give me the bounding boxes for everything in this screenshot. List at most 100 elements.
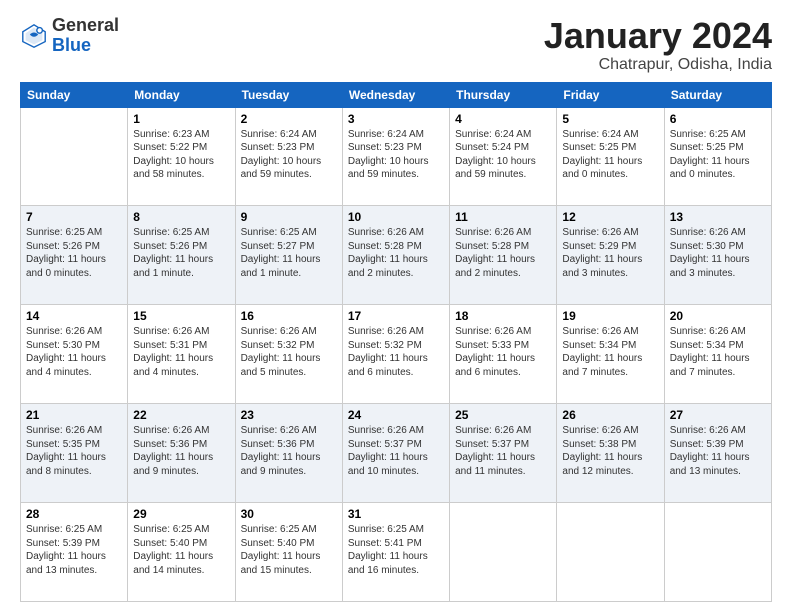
day-info: Sunrise: 6:26 AM Sunset: 5:35 PM Dayligh… xyxy=(26,424,122,478)
day-number: 12 xyxy=(562,210,658,224)
day-info: Sunrise: 6:26 AM Sunset: 5:38 PM Dayligh… xyxy=(562,424,658,478)
table-row: 19Sunrise: 6:26 AM Sunset: 5:34 PM Dayli… xyxy=(557,305,664,404)
day-number: 30 xyxy=(241,507,337,521)
day-number: 14 xyxy=(26,309,122,323)
day-number: 23 xyxy=(241,408,337,422)
col-wednesday: Wednesday xyxy=(342,82,449,107)
day-info: Sunrise: 6:24 AM Sunset: 5:23 PM Dayligh… xyxy=(241,128,337,182)
day-number: 28 xyxy=(26,507,122,521)
day-number: 27 xyxy=(670,408,766,422)
day-number: 21 xyxy=(26,408,122,422)
day-number: 9 xyxy=(241,210,337,224)
day-number: 18 xyxy=(455,309,551,323)
day-info: Sunrise: 6:24 AM Sunset: 5:23 PM Dayligh… xyxy=(348,128,444,182)
logo-text: General Blue xyxy=(52,16,119,56)
calendar-week-row: 21 Sunrise: 6:26 AM Sunset: 5:35 PM Dayli… xyxy=(21,404,772,503)
table-row: 30Sunrise: 6:25 AM Sunset: 5:40 PM Dayli… xyxy=(235,503,342,602)
header: General Blue January 2024 Chatrapur, Odi… xyxy=(20,16,772,74)
day-number: 31 xyxy=(348,507,444,521)
day-info: Sunrise: 6:26 AM Sunset: 5:29 PM Dayligh… xyxy=(562,226,658,280)
day-info: Sunrise: 6:26 AM Sunset: 5:39 PM Dayligh… xyxy=(670,424,766,478)
table-row: 24Sunrise: 6:26 AM Sunset: 5:37 PM Dayli… xyxy=(342,404,449,503)
day-info: Sunrise: 6:26 AM Sunset: 5:28 PM Dayligh… xyxy=(455,226,551,280)
logo-blue: Blue xyxy=(52,36,119,56)
day-info: Sunrise: 6:25 AM Sunset: 5:41 PM Dayligh… xyxy=(348,523,444,577)
table-row: 21 Sunrise: 6:26 AM Sunset: 5:35 PM Dayli… xyxy=(21,404,128,503)
table-row: 28 Sunrise: 6:25 AM Sunset: 5:39 PM Dayli… xyxy=(21,503,128,602)
day-number: 2 xyxy=(241,112,337,126)
col-tuesday: Tuesday xyxy=(235,82,342,107)
table-row: 8 Sunrise: 6:25 AM Sunset: 5:26 PM Daylig… xyxy=(128,206,235,305)
table-row: 6 Sunrise: 6:25 AM Sunset: 5:25 PM Daylig… xyxy=(664,107,771,206)
day-info: Sunrise: 6:25 AM Sunset: 5:40 PM Dayligh… xyxy=(133,523,229,577)
day-info: Sunrise: 6:26 AM Sunset: 5:33 PM Dayligh… xyxy=(455,325,551,379)
title-block: January 2024 Chatrapur, Odisha, India xyxy=(544,16,772,74)
day-number: 25 xyxy=(455,408,551,422)
table-row: 17Sunrise: 6:26 AM Sunset: 5:32 PM Dayli… xyxy=(342,305,449,404)
table-row: 10Sunrise: 6:26 AM Sunset: 5:28 PM Dayli… xyxy=(342,206,449,305)
table-row: 11 Sunrise: 6:26 AM Sunset: 5:28 PM Dayli… xyxy=(450,206,557,305)
logo-general: General xyxy=(52,16,119,36)
table-row: 5 Sunrise: 6:24 AM Sunset: 5:25 PM Daylig… xyxy=(557,107,664,206)
day-number: 26 xyxy=(562,408,658,422)
day-info: Sunrise: 6:26 AM Sunset: 5:36 PM Dayligh… xyxy=(241,424,337,478)
table-row: 15 Sunrise: 6:26 AM Sunset: 5:31 PM Dayli… xyxy=(128,305,235,404)
day-info: Sunrise: 6:25 AM Sunset: 5:26 PM Dayligh… xyxy=(133,226,229,280)
table-row: 22Sunrise: 6:26 AM Sunset: 5:36 PM Dayli… xyxy=(128,404,235,503)
day-number: 16 xyxy=(241,309,337,323)
day-number: 29 xyxy=(133,507,229,521)
day-info: Sunrise: 6:24 AM Sunset: 5:25 PM Dayligh… xyxy=(562,128,658,182)
day-number: 20 xyxy=(670,309,766,323)
table-row: 25 Sunrise: 6:26 AM Sunset: 5:37 PM Dayli… xyxy=(450,404,557,503)
calendar-week-row: 1 Sunrise: 6:23 AM Sunset: 5:22 PM Daylig… xyxy=(21,107,772,206)
day-info: Sunrise: 6:26 AM Sunset: 5:37 PM Dayligh… xyxy=(455,424,551,478)
table-row: 20 Sunrise: 6:26 AM Sunset: 5:34 PM Dayli… xyxy=(664,305,771,404)
col-thursday: Thursday xyxy=(450,82,557,107)
table-row: 9Sunrise: 6:25 AM Sunset: 5:27 PM Daylig… xyxy=(235,206,342,305)
day-info: Sunrise: 6:26 AM Sunset: 5:32 PM Dayligh… xyxy=(241,325,337,379)
calendar-table: Sunday Monday Tuesday Wednesday Thursday… xyxy=(20,82,772,602)
table-row: 26 Sunrise: 6:26 AM Sunset: 5:38 PM Dayli… xyxy=(557,404,664,503)
table-row: 13 Sunrise: 6:26 AM Sunset: 5:30 PM Dayli… xyxy=(664,206,771,305)
day-number: 4 xyxy=(455,112,551,126)
day-info: Sunrise: 6:26 AM Sunset: 5:30 PM Dayligh… xyxy=(26,325,122,379)
table-row: 4Sunrise: 6:24 AM Sunset: 5:24 PM Daylig… xyxy=(450,107,557,206)
table-row xyxy=(450,503,557,602)
calendar-week-row: 28 Sunrise: 6:25 AM Sunset: 5:39 PM Dayli… xyxy=(21,503,772,602)
table-row: 29 Sunrise: 6:25 AM Sunset: 5:40 PM Dayli… xyxy=(128,503,235,602)
table-row: 18 Sunrise: 6:26 AM Sunset: 5:33 PM Dayli… xyxy=(450,305,557,404)
day-info: Sunrise: 6:26 AM Sunset: 5:31 PM Dayligh… xyxy=(133,325,229,379)
day-info: Sunrise: 6:26 AM Sunset: 5:34 PM Dayligh… xyxy=(670,325,766,379)
table-row: 1 Sunrise: 6:23 AM Sunset: 5:22 PM Daylig… xyxy=(128,107,235,206)
day-info: Sunrise: 6:23 AM Sunset: 5:22 PM Dayligh… xyxy=(133,128,229,182)
page: General Blue January 2024 Chatrapur, Odi… xyxy=(0,0,792,612)
day-number: 13 xyxy=(670,210,766,224)
day-number: 8 xyxy=(133,210,229,224)
col-monday: Monday xyxy=(128,82,235,107)
table-row: 16 Sunrise: 6:26 AM Sunset: 5:32 PM Dayli… xyxy=(235,305,342,404)
day-number: 19 xyxy=(562,309,658,323)
table-row: 23 Sunrise: 6:26 AM Sunset: 5:36 PM Dayli… xyxy=(235,404,342,503)
day-number: 11 xyxy=(455,210,551,224)
day-info: Sunrise: 6:26 AM Sunset: 5:30 PM Dayligh… xyxy=(670,226,766,280)
day-info: Sunrise: 6:25 AM Sunset: 5:25 PM Dayligh… xyxy=(670,128,766,182)
day-info: Sunrise: 6:26 AM Sunset: 5:28 PM Dayligh… xyxy=(348,226,444,280)
day-number: 5 xyxy=(562,112,658,126)
table-row xyxy=(664,503,771,602)
day-number: 15 xyxy=(133,309,229,323)
day-number: 1 xyxy=(133,112,229,126)
col-friday: Friday xyxy=(557,82,664,107)
calendar-week-row: 14 Sunrise: 6:26 AM Sunset: 5:30 PM Dayli… xyxy=(21,305,772,404)
day-number: 6 xyxy=(670,112,766,126)
day-info: Sunrise: 6:25 AM Sunset: 5:39 PM Dayligh… xyxy=(26,523,122,577)
col-saturday: Saturday xyxy=(664,82,771,107)
table-row: 31 Sunrise: 6:25 AM Sunset: 5:41 PM Dayli… xyxy=(342,503,449,602)
day-number: 7 xyxy=(26,210,122,224)
day-number: 3 xyxy=(348,112,444,126)
table-row: 2 Sunrise: 6:24 AM Sunset: 5:23 PM Daylig… xyxy=(235,107,342,206)
table-row xyxy=(557,503,664,602)
day-info: Sunrise: 6:26 AM Sunset: 5:32 PM Dayligh… xyxy=(348,325,444,379)
calendar-header-row: Sunday Monday Tuesday Wednesday Thursday… xyxy=(21,82,772,107)
table-row: 3 Sunrise: 6:24 AM Sunset: 5:23 PM Daylig… xyxy=(342,107,449,206)
day-number: 24 xyxy=(348,408,444,422)
